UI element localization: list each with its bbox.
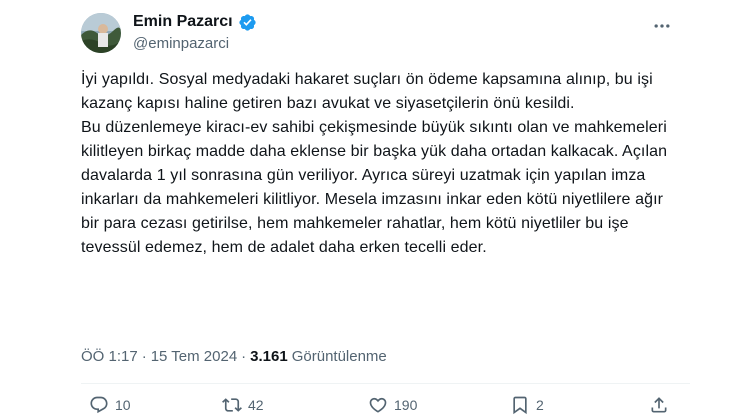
views-count[interactable]: 3.161 <box>250 347 288 367</box>
verified-badge-icon <box>238 13 257 32</box>
reply-count: 10 <box>115 397 131 413</box>
bookmark-count: 2 <box>536 397 544 413</box>
more-icon[interactable] <box>650 14 674 38</box>
like-count: 190 <box>394 397 418 413</box>
repost-count: 42 <box>248 397 264 413</box>
author-handle[interactable]: @eminpazarci <box>133 35 229 53</box>
tweet-paragraph: Bu düzenlemeye kiracı-ev sahibi çekişmes… <box>81 119 668 256</box>
repost-button[interactable]: 42 <box>222 395 264 415</box>
like-button[interactable]: 190 <box>368 395 417 415</box>
repost-icon <box>222 395 242 415</box>
divider <box>81 383 690 384</box>
reply-icon <box>89 395 109 415</box>
author-name[interactable]: Emin Pazarcı <box>133 12 233 32</box>
meta-separator: · <box>141 348 147 365</box>
bookmark-icon <box>510 395 530 415</box>
tweet-paragraph: İyi yapıldı. Sosyal medyadaki hakaret su… <box>81 71 653 112</box>
views-label[interactable]: Görüntülenme <box>292 347 387 367</box>
tweet-text: İyi yapıldı. Sosyal medyadaki hakaret su… <box>81 68 681 260</box>
tweet-card: Emin Pazarcı @eminpazarci İyi yapıldı. S… <box>0 0 730 420</box>
tweet-meta: ÖÖ 1:17 · 15 Tem 2024 · 3.161 Görüntülen… <box>81 347 387 367</box>
avatar[interactable] <box>81 13 121 53</box>
tweet-date[interactable]: 15 Tem 2024 <box>151 347 237 367</box>
bookmark-button[interactable]: 2 <box>510 395 544 415</box>
action-bar: 10 42 190 2 <box>81 395 671 419</box>
tweet-time[interactable]: ÖÖ 1:17 <box>81 347 138 367</box>
reply-button[interactable]: 10 <box>89 395 131 415</box>
share-button[interactable] <box>649 395 669 415</box>
like-icon <box>368 395 388 415</box>
meta-separator: · <box>241 348 247 365</box>
share-icon <box>649 395 669 415</box>
